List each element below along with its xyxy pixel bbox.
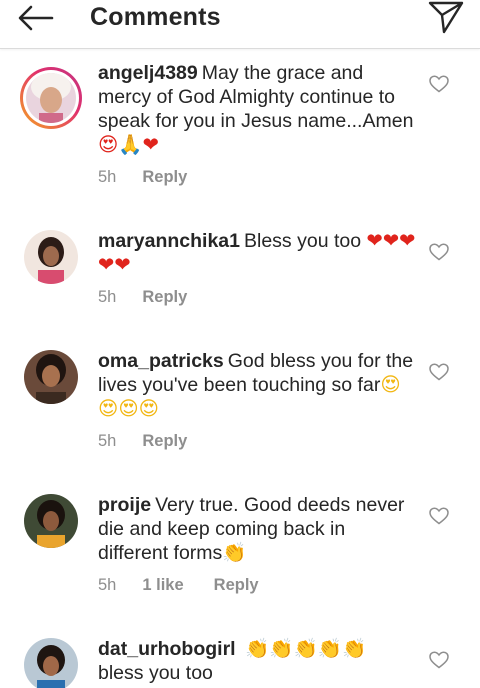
heart-outline-icon bbox=[429, 650, 449, 674]
arrow-left-icon bbox=[16, 3, 56, 38]
comment-time: 5h bbox=[98, 432, 117, 450]
back-button[interactable] bbox=[14, 4, 58, 36]
comment-time: 5h bbox=[98, 288, 117, 306]
comment-username[interactable]: angelj4389 bbox=[98, 62, 198, 84]
share-button[interactable] bbox=[426, 1, 466, 37]
comment-username[interactable]: proije bbox=[98, 494, 151, 516]
like-button[interactable] bbox=[428, 242, 450, 266]
avatar[interactable] bbox=[20, 67, 82, 129]
comment-username[interactable]: dat_urhobogirl bbox=[98, 638, 236, 660]
comment-body: angelj4389 May the grace and mercy of God… bbox=[98, 61, 416, 157]
comment-emoji: 👏 bbox=[222, 541, 247, 564]
avatar[interactable] bbox=[24, 350, 78, 404]
comment-meta: 5h Reply bbox=[98, 288, 187, 307]
comment-meta: 5h Reply bbox=[98, 168, 187, 187]
like-button[interactable] bbox=[428, 506, 450, 530]
comment-body: proije Very true. Good deeds never die an… bbox=[98, 493, 416, 565]
reply-button[interactable]: Reply bbox=[142, 288, 187, 306]
comment-text: Bless you too bbox=[244, 230, 362, 252]
like-button[interactable] bbox=[428, 650, 450, 674]
top-bar: Comments bbox=[0, 0, 480, 49]
heart-outline-icon bbox=[429, 74, 449, 98]
like-button[interactable] bbox=[428, 74, 450, 98]
comments-screen: Comments angelj4389 May the grace and me… bbox=[0, 0, 480, 688]
comment-body: dat_urhobogirl 👏👏👏👏👏 bless you too bbox=[98, 637, 416, 685]
reply-button[interactable]: Reply bbox=[214, 576, 259, 594]
comment-meta: 5h 1 like Reply bbox=[98, 576, 259, 595]
comment-meta: 5h Reply bbox=[98, 432, 187, 451]
paper-plane-icon bbox=[428, 0, 464, 39]
comment-time: 5h bbox=[98, 576, 117, 594]
page-title: Comments bbox=[90, 3, 221, 31]
avatar[interactable] bbox=[24, 230, 78, 284]
comment-emoji: 😍🙏❤ bbox=[98, 133, 159, 156]
avatar[interactable] bbox=[24, 638, 78, 688]
comment-username[interactable]: maryannchika1 bbox=[98, 230, 240, 252]
reply-button[interactable]: Reply bbox=[142, 432, 187, 450]
comment-text: bless you too bbox=[98, 662, 213, 684]
heart-outline-icon bbox=[429, 242, 449, 266]
heart-outline-icon bbox=[429, 362, 449, 386]
like-count[interactable]: 1 like bbox=[142, 576, 183, 594]
avatar[interactable] bbox=[24, 494, 78, 548]
comment-username[interactable]: oma_patricks bbox=[98, 350, 224, 372]
comment-body: maryannchika1 Bless you too ❤❤❤❤❤ bbox=[98, 229, 416, 277]
like-button[interactable] bbox=[428, 362, 450, 386]
comment-emoji: 👏👏👏👏👏 bbox=[245, 637, 367, 660]
comment-body: oma_patricks God bless you for the lives … bbox=[98, 349, 416, 421]
comment-time: 5h bbox=[98, 168, 117, 186]
heart-outline-icon bbox=[429, 506, 449, 530]
reply-button[interactable]: Reply bbox=[142, 168, 187, 186]
